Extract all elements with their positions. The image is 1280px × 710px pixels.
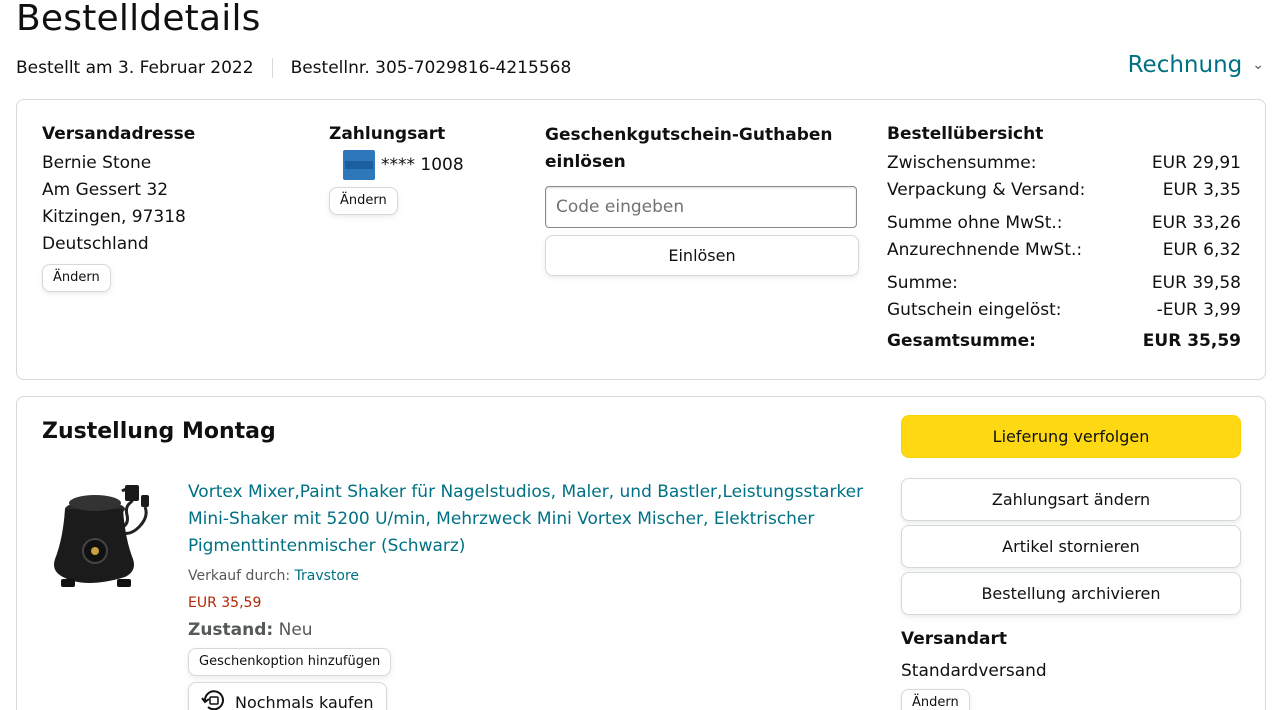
product-condition: Zustand: Neu <box>188 618 878 642</box>
summary-row: Verpackung & Versand: EUR 3,35 <box>887 177 1241 204</box>
summary-value: EUR 29,91 <box>1151 153 1241 173</box>
summary-row: Zwischensumme: EUR 29,91 <box>887 150 1241 177</box>
gift-card-section: Geschenkgutschein-Guthaben einlösen Einl… <box>545 122 861 276</box>
track-package-button[interactable]: Lieferung verfolgen <box>901 415 1241 458</box>
gift-code-input[interactable] <box>545 186 857 228</box>
shipping-method-value: Standardversand <box>901 661 1047 681</box>
summary-value: EUR 3,35 <box>1162 180 1241 200</box>
grand-total-row: Gesamtsumme: EUR 35,59 <box>887 328 1241 355</box>
summary-value: -EUR 3,99 <box>1156 300 1241 320</box>
order-summary-card: Versandadresse Bernie Stone Am Gessert 3… <box>16 99 1266 380</box>
chevron-down-icon: ⌄ <box>1252 57 1264 73</box>
address-city: Kitzingen, 97318 <box>42 207 186 227</box>
gift-card-title-line2: einlösen <box>545 152 626 172</box>
shipping-address-section: Versandadresse Bernie Stone Am Gessert 3… <box>42 122 195 292</box>
buy-again-icon <box>201 689 227 710</box>
order-number: Bestellnr. 305-7029816-4215568 <box>290 58 572 78</box>
summary-label: Verpackung & Versand: <box>887 180 1086 200</box>
address-country: Deutschland <box>42 234 149 254</box>
summary-row: Summe ohne MwSt.: EUR 33,26 <box>887 210 1241 237</box>
summary-label: Summe: <box>887 273 958 293</box>
seller-link[interactable]: Travstore <box>295 568 360 584</box>
summary-value: EUR 6,32 <box>1162 240 1241 260</box>
condition-value: Neu <box>278 620 313 640</box>
amex-card-icon <box>343 150 375 180</box>
buy-again-button[interactable]: Nochmals kaufen <box>188 682 387 710</box>
summary-label: Gutschein eingelöst: <box>887 300 1062 320</box>
order-totals-section: Bestellübersicht Zwischensumme: EUR 29,9… <box>887 122 1241 355</box>
payment-section: Zahlungsart **** 1008 Ändern <box>329 122 464 215</box>
buy-again-label: Nochmals kaufen <box>235 692 374 710</box>
delivery-card: Zustellung Montag Vortex Mixer,Paint Sha… <box>16 396 1266 710</box>
delivery-actions: Lieferung verfolgen Zahlungsart ändern A… <box>901 415 1241 710</box>
change-payment-button[interactable]: Ändern <box>329 187 398 215</box>
shipping-address-title: Versandadresse <box>42 124 196 144</box>
grand-total-value: EUR 35,59 <box>1142 331 1241 351</box>
card-number: **** 1008 <box>381 154 464 175</box>
address-street: Am Gessert 32 <box>42 180 169 200</box>
meta-divider <box>271 58 273 78</box>
delivery-title: Zustellung Montag <box>42 419 276 444</box>
shipping-method-title: Versandart <box>901 629 1007 649</box>
change-address-button[interactable]: Ändern <box>42 264 111 292</box>
summary-title: Bestellübersicht <box>887 124 1044 144</box>
change-shipping-method-button[interactable]: Ändern <box>901 689 970 710</box>
grand-total-label: Gesamtsumme: <box>887 331 1036 351</box>
summary-label: Zwischensumme: <box>887 153 1037 173</box>
summary-label: Anzurechnende MwSt.: <box>887 240 1083 260</box>
sold-by: Verkauf durch: Travstore <box>188 566 878 586</box>
change-payment-method-button[interactable]: Zahlungsart ändern <box>901 478 1241 521</box>
product-info: Vortex Mixer,Paint Shaker für Nagelstudi… <box>188 479 878 710</box>
summary-row: Summe: EUR 39,58 <box>887 270 1241 297</box>
add-gift-option-button[interactable]: Geschenkoption hinzufügen <box>188 648 392 676</box>
cancel-items-button[interactable]: Artikel stornieren <box>901 525 1241 568</box>
summary-value: EUR 33,26 <box>1151 213 1241 233</box>
summary-label: Summe ohne MwSt.: <box>887 213 1063 233</box>
product-price: EUR 35,59 <box>188 595 262 611</box>
gift-card-title-line1: Geschenkgutschein-Guthaben <box>545 125 833 145</box>
sold-by-label: Verkauf durch: <box>188 568 291 584</box>
summary-value: EUR 39,58 <box>1151 273 1241 293</box>
order-meta: Bestellt am 3. Februar 2022 Bestellnr. 3… <box>16 58 571 78</box>
page-title: Bestelldetails <box>16 0 261 39</box>
payment-title: Zahlungsart <box>329 124 446 144</box>
summary-row: Anzurechnende MwSt.: EUR 6,32 <box>887 237 1241 264</box>
invoice-label: Rechnung <box>1127 52 1243 78</box>
summary-row: Gutschein eingelöst: -EUR 3,99 <box>887 297 1241 324</box>
redeem-button[interactable]: Einlösen <box>545 235 859 276</box>
address-name: Bernie Stone <box>42 153 152 173</box>
product-image[interactable] <box>47 481 157 596</box>
order-date: Bestellt am 3. Februar 2022 <box>16 58 254 78</box>
invoice-dropdown[interactable]: Rechnung ⌄ <box>1128 52 1264 78</box>
condition-label: Zustand: <box>188 620 274 640</box>
archive-order-button[interactable]: Bestellung archivieren <box>901 572 1241 615</box>
product-title-link[interactable]: Vortex Mixer,Paint Shaker für Nagelstudi… <box>188 479 878 560</box>
